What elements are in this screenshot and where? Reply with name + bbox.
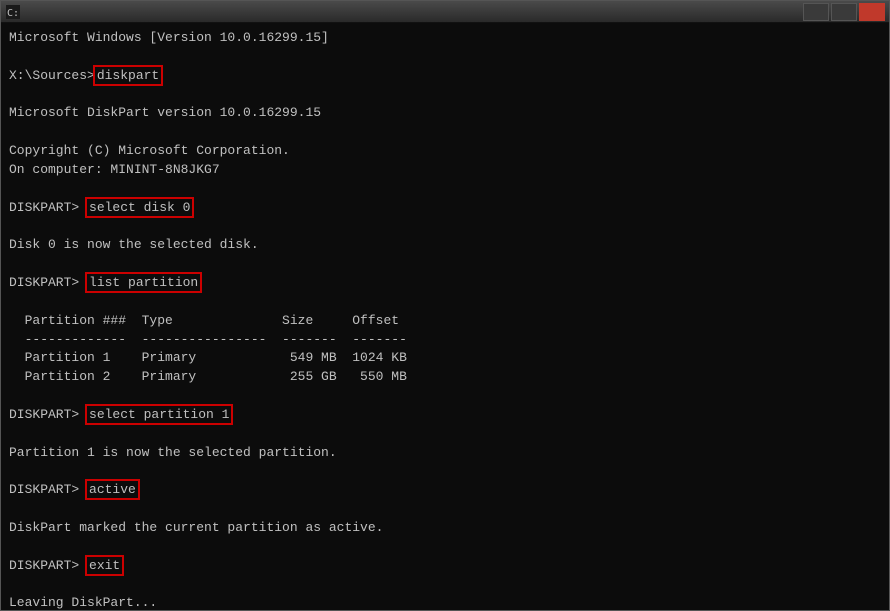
terminal-line xyxy=(9,217,881,236)
terminal-line: Partition ### Type Size Offset xyxy=(9,312,881,331)
terminal-line xyxy=(9,48,881,67)
terminal-line: Disk 0 is now the selected disk. xyxy=(9,236,881,255)
terminal-line: DISKPART> exit xyxy=(9,557,881,576)
terminal-line: DISKPART> select partition 1 xyxy=(9,406,881,425)
terminal-line: ------------- ---------------- ------- -… xyxy=(9,331,881,350)
svg-text:C:: C: xyxy=(7,8,19,19)
terminal-line xyxy=(9,123,881,142)
terminal-line: DISKPART> active xyxy=(9,481,881,500)
terminal-line: X:\Sources>diskpart xyxy=(9,67,881,86)
terminal-line: Partition 1 Primary 549 MB 1024 KB xyxy=(9,349,881,368)
cmd-window: C: Microsoft Windows [Version 10.0.16299… xyxy=(0,0,890,611)
terminal-line: Partition 2 Primary 255 GB 550 MB xyxy=(9,368,881,387)
cmd-icon: C: xyxy=(5,4,21,20)
highlighted-command: exit xyxy=(87,557,122,574)
terminal-line: Copyright (C) Microsoft Corporation. xyxy=(9,142,881,161)
title-bar-left: C: xyxy=(5,4,25,20)
terminal-line: DISKPART> select disk 0 xyxy=(9,199,881,218)
terminal-line xyxy=(9,575,881,594)
terminal-line xyxy=(9,86,881,105)
terminal-line: Partition 1 is now the selected partitio… xyxy=(9,444,881,463)
terminal-line xyxy=(9,387,881,406)
highlighted-command: active xyxy=(87,481,138,498)
terminal-line: Leaving DiskPart... xyxy=(9,594,881,610)
terminal-output: Microsoft Windows [Version 10.0.16299.15… xyxy=(1,23,889,610)
highlighted-command: select partition 1 xyxy=(87,406,231,423)
terminal-line: On computer: MININT-8N8JKG7 xyxy=(9,161,881,180)
terminal-line xyxy=(9,538,881,557)
terminal-line xyxy=(9,255,881,274)
close-button[interactable] xyxy=(859,3,885,21)
highlighted-command: select disk 0 xyxy=(87,199,192,216)
terminal-line xyxy=(9,180,881,199)
highlighted-command: list partition xyxy=(87,274,200,291)
terminal-line: Microsoft Windows [Version 10.0.16299.15… xyxy=(9,29,881,48)
terminal-line xyxy=(9,462,881,481)
terminal-line xyxy=(9,425,881,444)
terminal-line: DiskPart marked the current partition as… xyxy=(9,519,881,538)
terminal-line: Microsoft DiskPart version 10.0.16299.15 xyxy=(9,104,881,123)
terminal-line: DISKPART> list partition xyxy=(9,274,881,293)
window-controls xyxy=(803,3,885,21)
terminal-line xyxy=(9,293,881,312)
maximize-button[interactable] xyxy=(831,3,857,21)
title-bar: C: xyxy=(1,1,889,23)
terminal-line xyxy=(9,500,881,519)
minimize-button[interactable] xyxy=(803,3,829,21)
highlighted-command: diskpart xyxy=(95,67,161,84)
